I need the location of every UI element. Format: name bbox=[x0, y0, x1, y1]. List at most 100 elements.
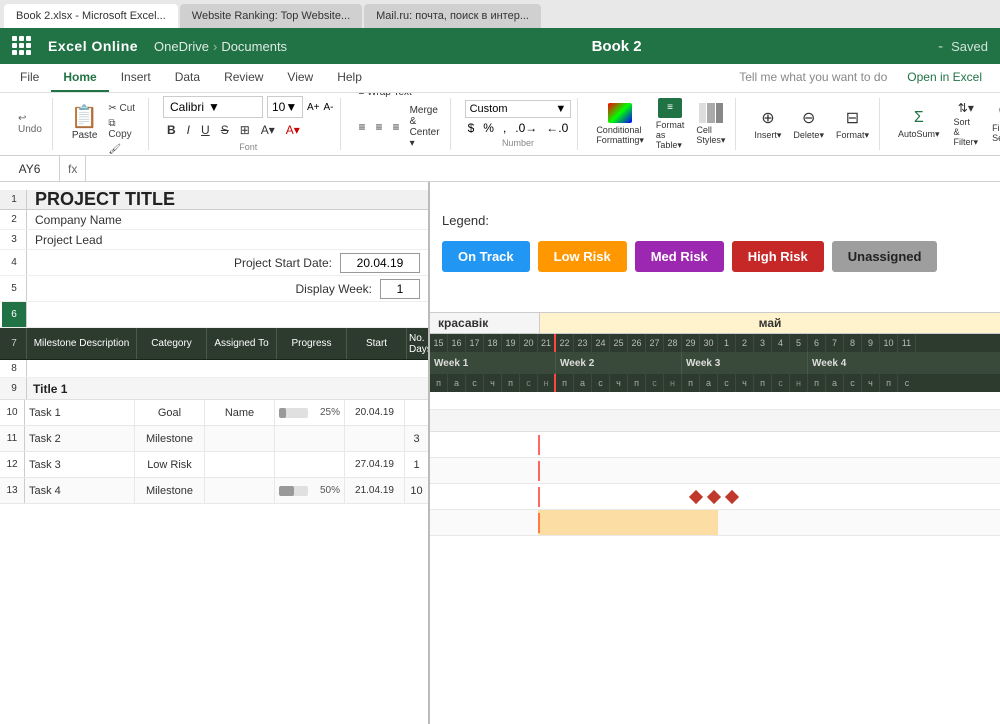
italic-button[interactable]: I bbox=[183, 121, 194, 139]
bold-button[interactable]: B bbox=[163, 121, 180, 139]
conditional-formatting-button[interactable]: ConditionalFormatting▾ bbox=[592, 101, 648, 148]
font-group: Calibri ▼ 10 ▼ A+ A- B I U S ⊞ A▾ A▾ Fon… bbox=[157, 98, 341, 150]
undo-button[interactable]: ↩ Undo bbox=[16, 111, 44, 137]
styles-group: ConditionalFormatting▾ ≡ Formatas Table▾… bbox=[586, 98, 736, 150]
cell-styles-button[interactable]: CellStyles▾ bbox=[692, 101, 729, 148]
high-risk-badge[interactable]: High Risk bbox=[732, 241, 824, 272]
tab-data[interactable]: Data bbox=[163, 64, 212, 92]
increase-decimal-button[interactable]: .0→ bbox=[512, 120, 540, 136]
align-right-button[interactable]: ≡ bbox=[389, 118, 404, 136]
decrease-decimal-button[interactable]: ←.0 bbox=[543, 120, 571, 136]
row-num-5: 5 bbox=[2, 276, 27, 301]
section-title-row: 9 Title 1 bbox=[0, 378, 428, 400]
autosum-button[interactable]: ΣAutoSum▾ bbox=[894, 107, 944, 142]
comma-button[interactable]: , bbox=[500, 120, 509, 136]
ribbon-controls: ↩ Undo 📋 Paste ✂ Cut ⧉ Copy 🖌 Format Pai… bbox=[0, 93, 1000, 155]
low-risk-badge[interactable]: Low Risk bbox=[538, 241, 627, 272]
open-in-excel-button[interactable]: Open in Excel bbox=[897, 64, 992, 92]
font-size-selector[interactable]: 10 ▼ bbox=[267, 96, 303, 118]
cell-reference[interactable]: AY6 bbox=[0, 156, 60, 181]
decrease-font-button[interactable]: A- bbox=[324, 102, 334, 113]
med-risk-badge[interactable]: Med Risk bbox=[635, 241, 724, 272]
merge-center-button[interactable]: Merge & Center ▾ bbox=[406, 103, 444, 151]
gantt-bar bbox=[538, 510, 718, 535]
row-num-2: 2 bbox=[2, 210, 27, 229]
undo-group: ↩ Undo bbox=[8, 98, 53, 150]
tab-website[interactable]: Website Ranking: Top Website... bbox=[180, 4, 362, 28]
col-header-milestone: Milestone Description bbox=[27, 328, 137, 359]
col-header-days: No. Days bbox=[407, 328, 430, 359]
number-format-selector[interactable]: Custom ▼ bbox=[465, 100, 572, 118]
ribbon: File Home Insert Data Review View Help T… bbox=[0, 64, 1000, 156]
gantt-row bbox=[430, 410, 1000, 432]
currency-button[interactable]: $ bbox=[465, 120, 478, 136]
month-krasavik: красавік bbox=[430, 313, 540, 333]
find-select-button[interactable]: 🔍Find &Select▾ bbox=[988, 102, 1000, 146]
section-title: Title 1 bbox=[33, 382, 67, 396]
font-group-label: Font bbox=[163, 142, 334, 152]
unassigned-badge[interactable]: Unassigned bbox=[832, 241, 938, 272]
tab-view[interactable]: View bbox=[275, 64, 325, 92]
fx-icon: fx bbox=[60, 156, 86, 181]
gantt-row bbox=[430, 432, 1000, 458]
month-may: май bbox=[540, 313, 1000, 333]
on-track-badge[interactable]: On Track bbox=[442, 241, 530, 272]
col-header-category: Category bbox=[137, 328, 207, 359]
underline-button[interactable]: U bbox=[197, 121, 214, 139]
font-name-selector[interactable]: Calibri ▼ bbox=[163, 96, 263, 118]
tab-help[interactable]: Help bbox=[325, 64, 374, 92]
format-as-table-button[interactable]: ≡ Formatas Table▾ bbox=[652, 96, 689, 153]
wrap-text-button[interactable]: ≡ Wrap Text bbox=[355, 93, 416, 100]
tell-me-input[interactable]: Tell me what you want to do bbox=[729, 64, 897, 92]
tab-excel[interactable]: Book 2.xlsx - Microsoft Excel... bbox=[4, 4, 178, 28]
tab-file[interactable]: File bbox=[8, 64, 51, 92]
breadcrumb[interactable]: OneDrive › Documents bbox=[154, 39, 287, 54]
tab-review[interactable]: Review bbox=[212, 64, 275, 92]
gantt-weeks-row: Week 1 Week 2 Week 3 Week 4 bbox=[430, 352, 1000, 374]
number-group-label: Number bbox=[465, 138, 572, 148]
tab-home[interactable]: Home bbox=[51, 64, 108, 92]
insert-cells-button[interactable]: ⊕Insert▾ bbox=[750, 106, 785, 143]
left-panel: 1 PROJECT TITLE 2 Company Name 3 Project… bbox=[0, 182, 430, 724]
format-painter-button[interactable]: 🖌 Format Painter bbox=[106, 143, 142, 155]
gantt-row bbox=[430, 484, 1000, 510]
start-date-value[interactable]: 20.04.19 bbox=[340, 253, 420, 273]
row-num-6: 6 bbox=[2, 302, 27, 327]
paste-button[interactable]: 📋 Paste bbox=[67, 102, 102, 143]
row-num-7: 7 bbox=[2, 328, 27, 359]
diamond bbox=[707, 489, 721, 503]
col-header-progress: Progress bbox=[277, 328, 347, 359]
cut-button[interactable]: ✂ Cut bbox=[106, 102, 142, 115]
strikethrough-button[interactable]: S bbox=[217, 121, 233, 139]
legend-label: Legend: bbox=[442, 213, 489, 228]
tab-mail[interactable]: Mail.ru: почта, поиск в интер... bbox=[364, 4, 541, 28]
delete-cells-button[interactable]: ⊖Delete▾ bbox=[789, 106, 828, 143]
fill-color-button[interactable]: A▾ bbox=[257, 121, 279, 139]
project-lead: Project Lead bbox=[27, 233, 110, 247]
app-name: Excel Online bbox=[48, 38, 138, 54]
tab-insert[interactable]: Insert bbox=[109, 64, 163, 92]
gantt-days-row: 15 16 17 18 19 20 21 22 23 24 25 26 27 2… bbox=[430, 334, 1000, 352]
ribbon-tab-bar: File Home Insert Data Review View Help T… bbox=[0, 64, 1000, 93]
increase-font-button[interactable]: A+ bbox=[307, 102, 320, 113]
row-num-1: 1 bbox=[2, 190, 27, 209]
project-title: PROJECT TITLE bbox=[27, 189, 183, 210]
gantt-row bbox=[430, 510, 1000, 536]
percent-button[interactable]: % bbox=[480, 120, 497, 136]
format-cells-button[interactable]: ⊟Format▾ bbox=[832, 106, 873, 143]
sort-filter-button[interactable]: ⇅▾Sort &Filter▾ bbox=[950, 99, 983, 150]
align-left-button[interactable]: ≡ bbox=[355, 118, 370, 136]
display-week-label: Display Week: bbox=[296, 282, 372, 296]
diamond bbox=[725, 489, 739, 503]
right-panel: Legend: On Track Low Risk Med Risk High … bbox=[430, 182, 1000, 724]
gantt-row bbox=[430, 458, 1000, 484]
borders-button[interactable]: ⊞ bbox=[236, 121, 254, 139]
font-color-button[interactable]: A▾ bbox=[282, 121, 304, 139]
editing-group: ΣAutoSum▾ ⇅▾Sort &Filter▾ 🔍Find &Select▾ bbox=[888, 98, 1000, 150]
display-week-value[interactable]: 1 bbox=[380, 279, 420, 299]
copy-button[interactable]: ⧉ Copy bbox=[106, 117, 142, 141]
gantt-area: красавік май 15 16 17 18 19 20 21 22 23 … bbox=[430, 312, 1000, 536]
waffle-icon[interactable] bbox=[12, 36, 32, 56]
align-center-button[interactable]: ≡ bbox=[372, 118, 387, 136]
browser-tabs-bar: Book 2.xlsx - Microsoft Excel... Website… bbox=[0, 0, 1000, 28]
